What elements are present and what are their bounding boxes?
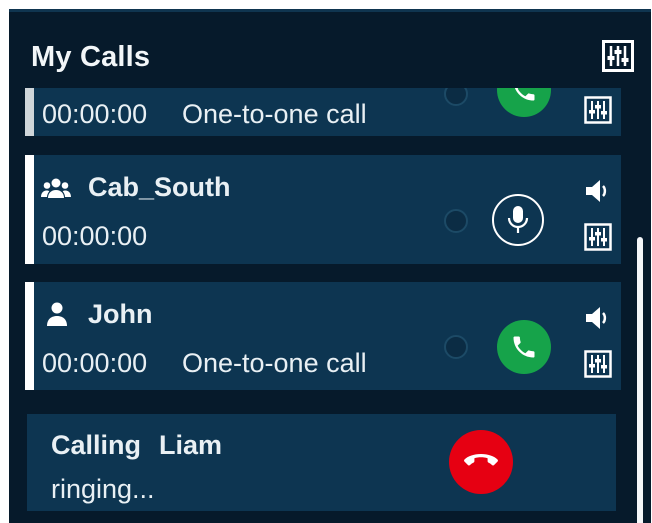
person-icon xyxy=(47,302,67,326)
call-card-group[interactable]: Cab_South 00:00:00 xyxy=(25,155,621,264)
call-card-accent xyxy=(25,155,34,264)
call-duration: 00:00:00 xyxy=(42,221,148,251)
answer-call-button[interactable] xyxy=(497,88,551,117)
group-icon xyxy=(41,178,71,198)
call-card-accent xyxy=(25,282,34,390)
select-radio[interactable] xyxy=(444,88,468,106)
speaker-icon[interactable] xyxy=(584,177,612,205)
call-status: ringing... xyxy=(51,474,155,504)
callee-name: Liam xyxy=(159,430,223,460)
panel-title: My Calls xyxy=(31,41,151,73)
call-type: One-to-one call xyxy=(182,348,367,378)
call-card-accent xyxy=(25,88,34,136)
mixer-settings-icon[interactable] xyxy=(602,40,634,72)
speaker-icon[interactable] xyxy=(584,304,612,332)
microphone-button[interactable] xyxy=(492,194,544,246)
call-card-person[interactable]: John 00:00:00 One-to-one call xyxy=(25,282,621,390)
mixer-icon[interactable] xyxy=(584,350,612,378)
panel-top-border xyxy=(9,9,651,12)
select-radio[interactable] xyxy=(444,209,468,233)
mixer-icon[interactable] xyxy=(584,96,612,124)
answer-call-button[interactable] xyxy=(497,320,551,374)
calling-label: Calling xyxy=(51,430,142,460)
call-name: Cab_South xyxy=(88,172,231,202)
microphone-icon xyxy=(507,206,529,233)
select-radio[interactable] xyxy=(444,335,468,359)
call-name: John xyxy=(88,299,153,329)
phone-icon xyxy=(513,336,535,358)
hang-up-button[interactable] xyxy=(449,430,513,494)
mixer-icon[interactable] xyxy=(584,223,612,251)
outgoing-call-card[interactable]: Calling Liam ringing... xyxy=(27,414,616,511)
my-calls-panel: My Calls 00:00:00 One-to-one call Cab_So… xyxy=(9,9,651,523)
call-duration: 00:00:00 xyxy=(42,99,148,129)
call-duration: 00:00:00 xyxy=(42,348,148,378)
scrollbar[interactable] xyxy=(637,237,643,523)
call-card-one-to-one[interactable]: 00:00:00 One-to-one call xyxy=(25,88,621,136)
call-type: One-to-one call xyxy=(182,99,367,129)
hang-up-icon xyxy=(464,454,498,466)
phone-icon xyxy=(514,88,535,101)
